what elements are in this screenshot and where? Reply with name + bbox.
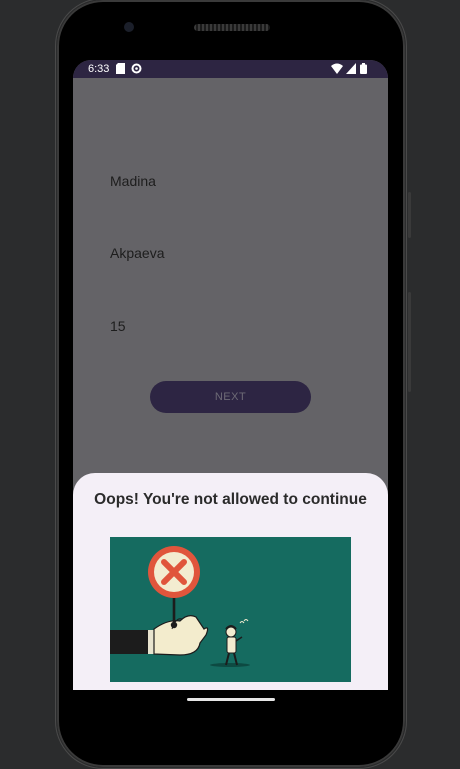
battery-icon — [360, 63, 367, 77]
sheet-title: Oops! You're not allowed to continue — [94, 491, 367, 508]
settings-icon — [131, 63, 142, 77]
signal-icon — [346, 63, 356, 77]
sd-card-icon — [116, 63, 125, 77]
bottom-sheet: Oops! You're not allowed to continue — [73, 473, 388, 690]
power-button — [408, 292, 411, 392]
front-camera — [124, 22, 134, 32]
navigation-bar — [73, 690, 388, 720]
status-bar: 6:33 — [73, 60, 388, 78]
age-field[interactable]: 15 — [110, 318, 126, 334]
status-time: 6:33 — [88, 63, 110, 75]
stop-sign-illustration — [110, 537, 351, 682]
volume-button — [408, 192, 411, 238]
first-name-field[interactable]: Madina — [110, 173, 156, 189]
wifi-icon — [331, 63, 343, 77]
home-gesture-handle[interactable] — [187, 698, 275, 701]
last-name-field[interactable]: Akpaeva — [110, 245, 164, 261]
next-button[interactable]: NEXT — [150, 381, 311, 413]
earpiece-speaker — [194, 24, 270, 31]
app-screen: 6:33 Madina Akpaeva 15 NEXT Oops! You're… — [73, 60, 388, 690]
